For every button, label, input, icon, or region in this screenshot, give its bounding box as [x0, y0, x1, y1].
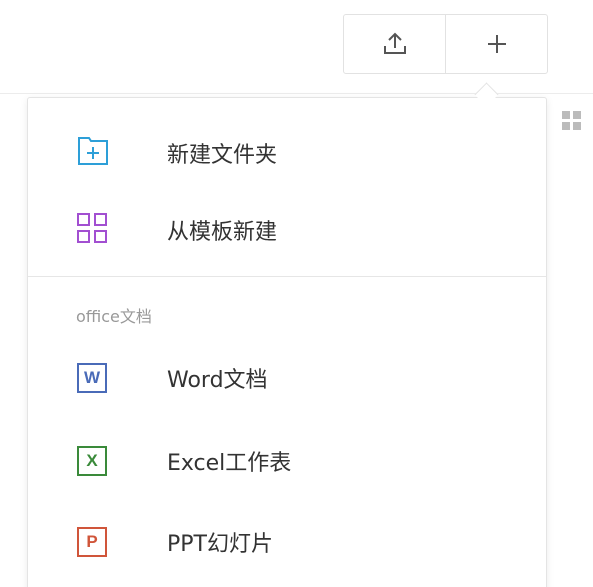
template-grid-icon [77, 213, 107, 247]
menu-item-word[interactable]: W Word文档 [28, 348, 546, 408]
header-divider [0, 93, 593, 94]
word-icon: W [77, 363, 107, 393]
plus-icon [486, 33, 508, 55]
new-menu-dropdown: 新建文件夹 从模板新建 office文档 W Word文档 X Excel工作表 [27, 97, 547, 587]
menu-divider [28, 276, 546, 277]
folder-add-icon [77, 136, 109, 170]
grid-view-icon[interactable] [562, 111, 582, 131]
menu-item-label: Excel工作表 [167, 451, 292, 476]
toolbar [343, 14, 548, 74]
upload-icon [382, 31, 408, 57]
menu-item-new-folder[interactable]: 新建文件夹 [28, 123, 546, 183]
menu-item-excel[interactable]: X Excel工作表 [28, 431, 546, 491]
menu-item-label: PPT幻灯片 [167, 532, 273, 557]
excel-icon: X [77, 446, 107, 476]
menu-item-label: 从模板新建 [167, 220, 278, 245]
menu-item-label: Word文档 [167, 368, 268, 393]
page: 新建文件夹 从模板新建 office文档 W Word文档 X Excel工作表 [0, 0, 593, 587]
ppt-icon: P [77, 527, 107, 557]
menu-item-ppt[interactable]: P PPT幻灯片 [28, 512, 546, 572]
menu-item-label: 新建文件夹 [167, 143, 278, 168]
upload-button[interactable] [344, 15, 445, 73]
add-button[interactable] [445, 15, 547, 73]
menu-item-from-template[interactable]: 从模板新建 [28, 200, 546, 260]
section-title-office: office文档 [76, 307, 152, 326]
